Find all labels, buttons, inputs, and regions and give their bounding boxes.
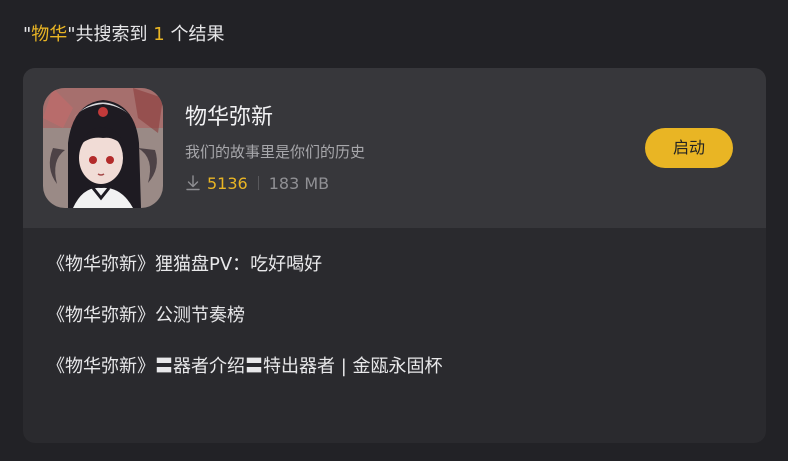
app-character-icon[interactable] <box>43 88 163 208</box>
app-size: 183 MB <box>268 173 330 193</box>
result-card: 物华弥新 我们的故事里是你们的历史 5136 183 MB 启动 《物华弥新》狸… <box>23 68 766 443</box>
news-item-2[interactable]: 《物华弥新》公测节奏榜 <box>47 303 245 329</box>
meta-divider <box>257 176 259 190</box>
launch-button[interactable]: 启动 <box>645 128 733 168</box>
download-icon <box>185 175 201 191</box>
search-keyword: 物华 <box>31 24 68 45</box>
download-count: 5136 <box>207 173 248 193</box>
app-name[interactable]: 物华弥新 <box>185 103 273 133</box>
app-meta: 5136 183 MB <box>185 171 329 195</box>
summary-text: "共搜索到 <box>67 24 154 45</box>
app-row[interactable]: 物华弥新 我们的故事里是你们的历史 5136 183 MB 启动 <box>23 68 766 228</box>
result-count: 1 <box>153 24 165 45</box>
news-item-1[interactable]: 《物华弥新》狸猫盘PV：吃好喝好 <box>47 252 322 278</box>
news-item-3[interactable]: 《物华弥新》〓器者介绍〓特出器者 | 金瓯永固杯 <box>47 354 443 380</box>
summary-suffix: 个结果 <box>164 24 225 45</box>
app-slogan: 我们的故事里是你们的历史 <box>185 143 366 161</box>
search-result-summary: "物华"共搜索到 1 个结果 <box>23 22 224 48</box>
